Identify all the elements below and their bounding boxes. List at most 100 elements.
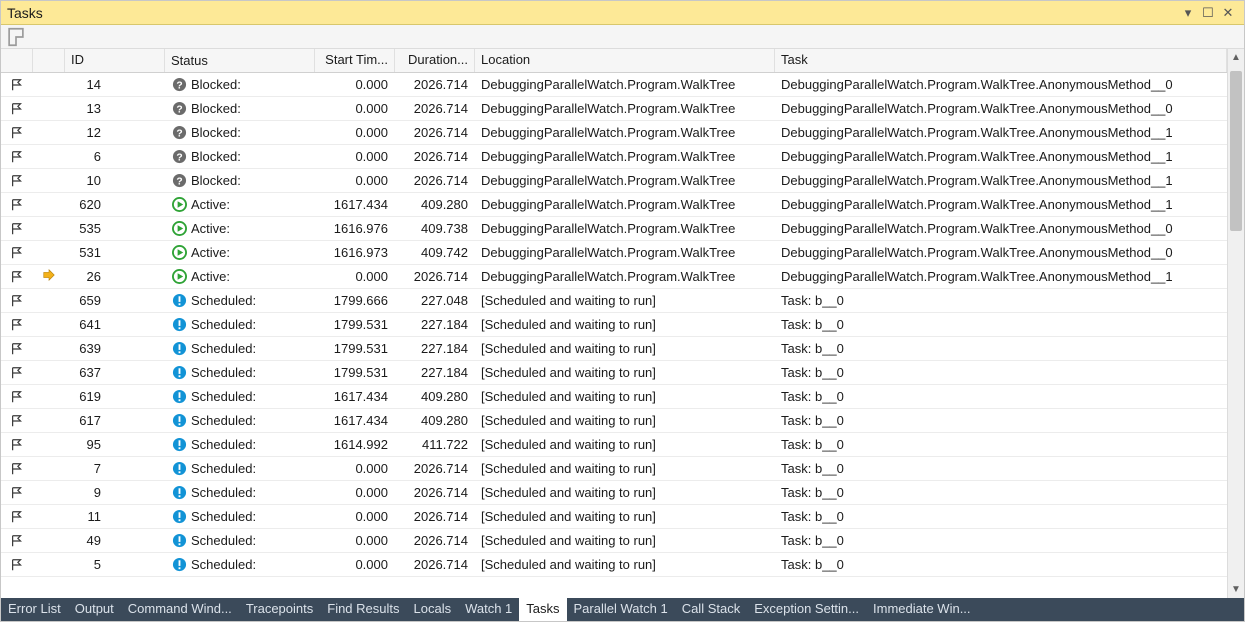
task-id: 6 xyxy=(65,149,165,164)
col-flag[interactable] xyxy=(1,49,33,72)
flag-icon[interactable] xyxy=(1,462,33,476)
start-time: 0.000 xyxy=(315,533,395,548)
vertical-scrollbar[interactable]: ▲ ▼ xyxy=(1227,49,1244,598)
table-row[interactable]: 10?Blocked:0.0002026.714DebuggingParalle… xyxy=(1,169,1227,193)
table-row[interactable]: 637Scheduled:1799.531227.184[Scheduled a… xyxy=(1,361,1227,385)
table-row[interactable]: 620Active:1617.434409.280DebuggingParall… xyxy=(1,193,1227,217)
task-status: Active: xyxy=(165,221,315,237)
location: [Scheduled and waiting to run] xyxy=(475,461,775,476)
col-duration[interactable]: Duration... xyxy=(395,49,475,72)
close-button[interactable]: ✕ xyxy=(1218,4,1238,22)
task-status: Active: xyxy=(165,245,315,261)
tab-watch-1[interactable]: Watch 1 xyxy=(458,598,519,621)
table-row[interactable]: 13?Blocked:0.0002026.714DebuggingParalle… xyxy=(1,97,1227,121)
start-time: 1614.992 xyxy=(315,437,395,452)
flag-icon[interactable] xyxy=(1,126,33,140)
tab-tasks[interactable]: Tasks xyxy=(519,598,566,621)
tab-call-stack[interactable]: Call Stack xyxy=(675,598,748,621)
flag-icon[interactable] xyxy=(1,438,33,452)
table-row[interactable]: 6?Blocked:0.0002026.714DebuggingParallel… xyxy=(1,145,1227,169)
flag-icon[interactable] xyxy=(1,366,33,380)
flag-icon[interactable] xyxy=(1,294,33,308)
table-row[interactable]: 535Active:1616.976409.738DebuggingParall… xyxy=(1,217,1227,241)
table-row[interactable]: 26Active:0.0002026.714DebuggingParallelW… xyxy=(1,265,1227,289)
status-label: Scheduled: xyxy=(191,533,256,548)
flag-icon[interactable] xyxy=(1,222,33,236)
task-id: 620 xyxy=(65,197,165,212)
table-row[interactable]: 12?Blocked:0.0002026.714DebuggingParalle… xyxy=(1,121,1227,145)
table-row[interactable]: 639Scheduled:1799.531227.184[Scheduled a… xyxy=(1,337,1227,361)
col-id[interactable]: ID xyxy=(65,49,165,72)
table-row[interactable]: 617Scheduled:1617.434409.280[Scheduled a… xyxy=(1,409,1227,433)
flag-icon[interactable] xyxy=(1,150,33,164)
grid-body: 14?Blocked:0.0002026.714DebuggingParalle… xyxy=(1,73,1227,577)
titlebar[interactable]: Tasks ▾ ☐ ✕ xyxy=(1,1,1244,25)
maximize-button[interactable]: ☐ xyxy=(1198,4,1218,22)
table-row[interactable]: 95Scheduled:1614.992411.722[Scheduled an… xyxy=(1,433,1227,457)
table-row[interactable]: 49Scheduled:0.0002026.714[Scheduled and … xyxy=(1,529,1227,553)
flag-icon[interactable] xyxy=(1,198,33,212)
col-start[interactable]: Start Tim... xyxy=(315,49,395,72)
tab-exception-settin[interactable]: Exception Settin... xyxy=(747,598,866,621)
flag-filter-button[interactable] xyxy=(5,27,27,47)
scroll-thumb[interactable] xyxy=(1230,71,1242,231)
task-id: 617 xyxy=(65,413,165,428)
tab-output[interactable]: Output xyxy=(68,598,121,621)
tasks-grid-wrap: ID Status Start Tim... Duration... Locat… xyxy=(1,49,1244,598)
task-name: DebuggingParallelWatch.Program.WalkTree.… xyxy=(775,197,1227,212)
table-row[interactable]: 7Scheduled:0.0002026.714[Scheduled and w… xyxy=(1,457,1227,481)
task-id: 11 xyxy=(65,509,165,524)
task-id: 13 xyxy=(65,101,165,116)
table-row[interactable]: 531Active:1616.973409.742DebuggingParall… xyxy=(1,241,1227,265)
col-location[interactable]: Location xyxy=(475,49,775,72)
flag-icon[interactable] xyxy=(1,270,33,284)
location: [Scheduled and waiting to run] xyxy=(475,437,775,452)
table-row[interactable]: 9Scheduled:0.0002026.714[Scheduled and w… xyxy=(1,481,1227,505)
col-task[interactable]: Task xyxy=(775,49,1227,72)
flag-icon[interactable] xyxy=(1,174,33,188)
tab-find-results[interactable]: Find Results xyxy=(320,598,406,621)
active-status-icon xyxy=(171,221,187,237)
task-id: 535 xyxy=(65,221,165,236)
scroll-up-icon[interactable]: ▲ xyxy=(1228,49,1244,66)
tab-immediate-win[interactable]: Immediate Win... xyxy=(866,598,978,621)
flag-icon[interactable] xyxy=(1,390,33,404)
flag-icon[interactable] xyxy=(1,318,33,332)
location: DebuggingParallelWatch.Program.WalkTree xyxy=(475,149,775,164)
tab-parallel-watch-1[interactable]: Parallel Watch 1 xyxy=(567,598,675,621)
scheduled-status-icon xyxy=(171,557,187,573)
tab-command-wind[interactable]: Command Wind... xyxy=(121,598,239,621)
col-status[interactable]: Status xyxy=(165,49,315,72)
scheduled-status-icon xyxy=(171,317,187,333)
flag-icon[interactable] xyxy=(1,246,33,260)
table-row[interactable]: 5Scheduled:0.0002026.714[Scheduled and w… xyxy=(1,553,1227,577)
start-time: 1799.531 xyxy=(315,365,395,380)
task-id: 12 xyxy=(65,125,165,140)
location: [Scheduled and waiting to run] xyxy=(475,485,775,500)
table-row[interactable]: 619Scheduled:1617.434409.280[Scheduled a… xyxy=(1,385,1227,409)
duration: 409.280 xyxy=(395,413,475,428)
flag-icon[interactable] xyxy=(1,342,33,356)
flag-icon[interactable] xyxy=(1,534,33,548)
flag-icon[interactable] xyxy=(1,558,33,572)
start-time: 1799.666 xyxy=(315,293,395,308)
task-id: 619 xyxy=(65,389,165,404)
scroll-down-icon[interactable]: ▼ xyxy=(1228,581,1244,598)
flag-icon[interactable] xyxy=(1,510,33,524)
flag-icon[interactable] xyxy=(1,78,33,92)
table-row[interactable]: 659Scheduled:1799.666227.048[Scheduled a… xyxy=(1,289,1227,313)
status-label: Scheduled: xyxy=(191,365,256,380)
tab-tracepoints[interactable]: Tracepoints xyxy=(239,598,320,621)
tab-error-list[interactable]: Error List xyxy=(1,598,68,621)
flag-icon[interactable] xyxy=(1,102,33,116)
flag-icon[interactable] xyxy=(1,414,33,428)
col-current[interactable] xyxy=(33,49,65,72)
flag-icon[interactable] xyxy=(1,486,33,500)
start-time: 0.000 xyxy=(315,173,395,188)
location: DebuggingParallelWatch.Program.WalkTree xyxy=(475,173,775,188)
table-row[interactable]: 641Scheduled:1799.531227.184[Scheduled a… xyxy=(1,313,1227,337)
tab-locals[interactable]: Locals xyxy=(407,598,459,621)
table-row[interactable]: 14?Blocked:0.0002026.714DebuggingParalle… xyxy=(1,73,1227,97)
table-row[interactable]: 11Scheduled:0.0002026.714[Scheduled and … xyxy=(1,505,1227,529)
window-options-button[interactable]: ▾ xyxy=(1178,4,1198,22)
